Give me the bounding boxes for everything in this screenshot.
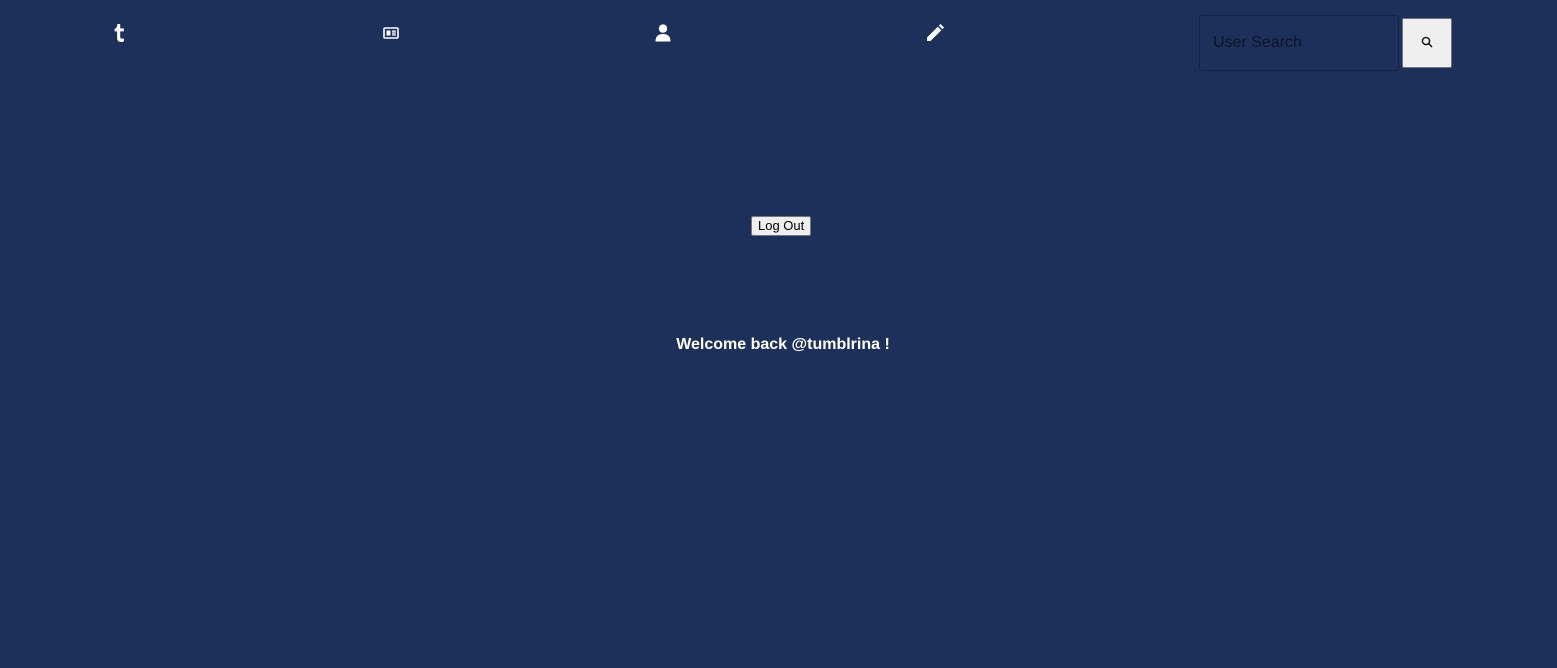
- search-button[interactable]: [1402, 18, 1452, 68]
- user-search-input[interactable]: [1199, 15, 1399, 71]
- app-page: Log Out Welcome back @tumblrina !: [0, 0, 1557, 668]
- welcome-message: Welcome back @tumblrina !: [676, 336, 890, 353]
- pencil-icon[interactable]: [924, 22, 946, 44]
- logout-button[interactable]: Log Out: [751, 216, 812, 236]
- search-icon: [1421, 36, 1433, 51]
- user-icon[interactable]: [652, 22, 674, 44]
- newspaper-icon[interactable]: [380, 22, 402, 44]
- tumblr-icon[interactable]: [108, 22, 130, 44]
